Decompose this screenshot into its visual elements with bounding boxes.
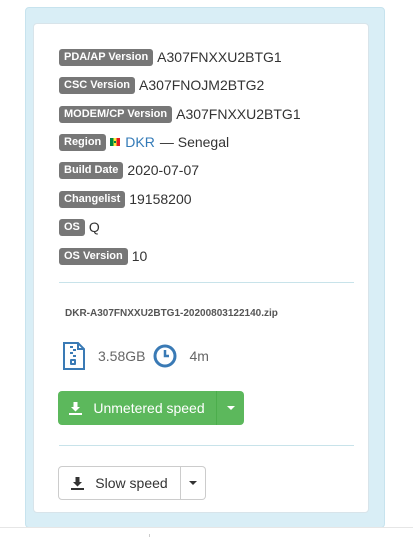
info-row-build-date: Build Date 2020-07-07	[59, 160, 199, 180]
unmetered-speed-button[interactable]: Unmetered speed	[58, 391, 217, 425]
scroll-marker	[149, 534, 150, 537]
csc-version-value: A307FNOJM2BTG2	[139, 77, 265, 93]
button-divider	[59, 445, 354, 446]
info-row-csc: CSC Version A307FNOJM2BTG2	[59, 75, 264, 95]
unmetered-speed-label: Unmetered speed	[93, 400, 205, 416]
clock-icon	[153, 344, 177, 368]
region-country: — Senegal	[159, 134, 230, 150]
slow-speed-label: Slow speed	[95, 475, 168, 491]
pda-version-badge: PDA/AP Version	[59, 48, 154, 66]
firmware-panel: PDA/AP Version A307FNXXU2BTG1 CSC Versio…	[25, 7, 385, 528]
info-row-region: Region DKR — Senegal	[59, 132, 229, 152]
modem-version-value: A307FNXXU2BTG1	[176, 106, 301, 122]
modem-version-badge: MODEM/CP Version	[59, 105, 173, 123]
build-date-value: 2020-07-07	[127, 162, 200, 178]
info-row-changelist: Changelist 19158200	[59, 189, 192, 209]
chevron-down-icon	[226, 406, 235, 410]
changelist-value: 19158200	[129, 191, 192, 207]
file-size: 3.58GB	[98, 348, 146, 364]
os-version-value: 10	[131, 248, 148, 264]
download-icon	[71, 476, 85, 490]
os-version-badge: OS Version	[59, 247, 128, 265]
slow-dropdown-toggle[interactable]	[181, 466, 206, 500]
download-icon	[69, 401, 83, 415]
unmetered-download-group: Unmetered speed	[58, 391, 244, 425]
changelist-badge: Changelist	[59, 190, 126, 208]
csc-version-badge: CSC Version	[59, 76, 136, 94]
chevron-down-icon	[189, 481, 197, 485]
unmetered-dropdown-toggle[interactable]	[217, 391, 244, 425]
info-row-os-version: OS Version 10	[59, 246, 147, 266]
pda-version-value: A307FNXXU2BTG1	[157, 49, 282, 65]
os-value: Q	[88, 219, 100, 235]
page-bottom-border	[0, 527, 413, 528]
build-date-badge: Build Date	[59, 161, 124, 179]
slow-speed-button[interactable]: Slow speed	[58, 466, 181, 500]
download-filename: DKR-A307FNXXU2BTG1-20200803122140.zip	[65, 308, 278, 319]
region-code-link[interactable]: DKR	[125, 134, 155, 150]
senegal-flag-icon	[110, 138, 121, 146]
info-row-modem: MODEM/CP Version A307FNXXU2BTG1	[59, 104, 301, 124]
info-row-pda: PDA/AP Version A307FNXXU2BTG1	[59, 47, 282, 67]
region-badge: Region	[59, 133, 107, 151]
region-value: DKR — Senegal	[110, 134, 229, 150]
info-row-os: OS Q	[59, 217, 100, 237]
zip-file-icon	[62, 342, 86, 370]
section-divider	[59, 282, 354, 283]
firmware-card: PDA/AP Version A307FNXXU2BTG1 CSC Versio…	[33, 23, 369, 513]
download-meta: 3.58GB 4m	[62, 341, 209, 371]
download-time: 4m	[189, 348, 209, 364]
os-badge: OS	[59, 218, 85, 236]
slow-download-group: Slow speed	[58, 466, 206, 500]
